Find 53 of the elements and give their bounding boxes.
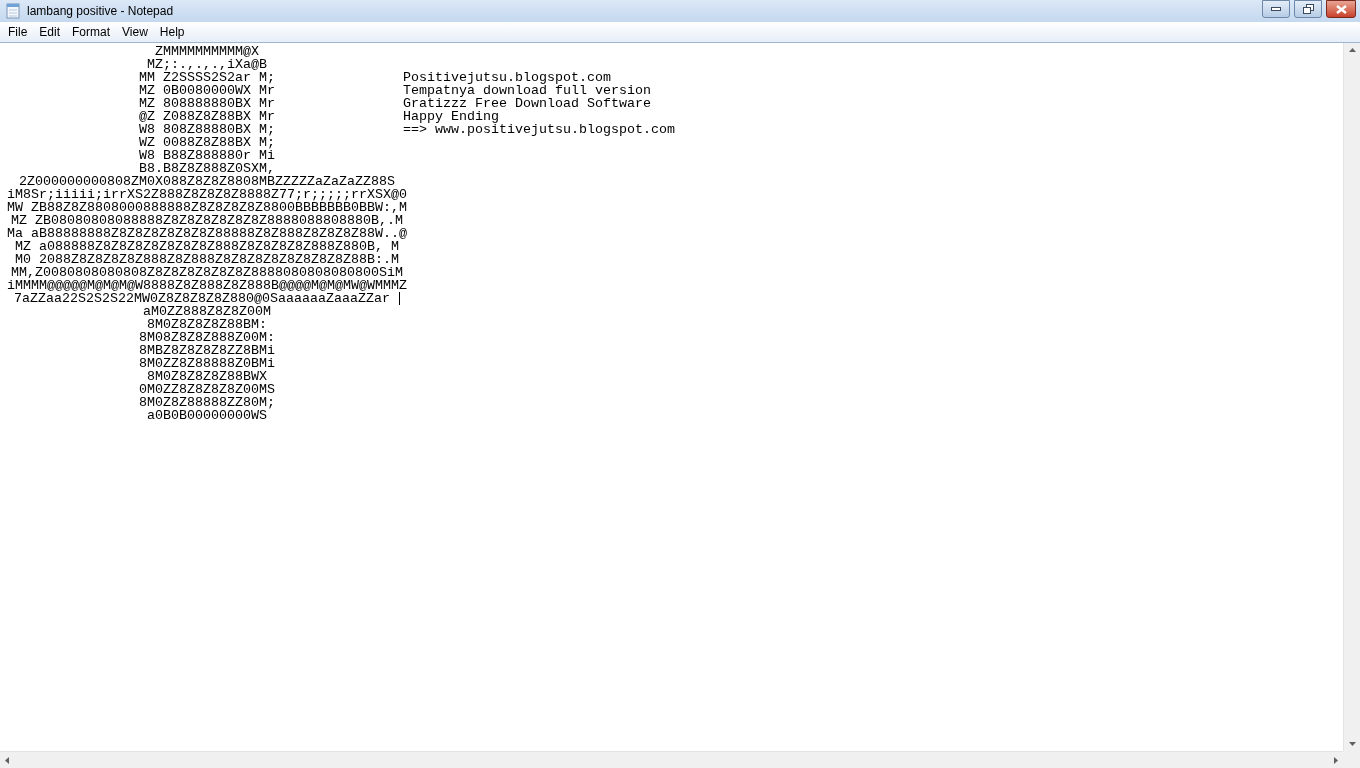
text-line: WZ 0088Z8Z88BX M;	[139, 136, 275, 149]
text-line: aM0ZZ888Z8Z8Z00M	[143, 305, 271, 318]
text-line: MZ a088888Z8Z8Z8Z8Z8Z8Z8Z888Z8Z8Z8Z8Z888Z880B, M	[15, 240, 399, 253]
text-line: MZ 808888880BX Mr	[139, 97, 275, 110]
text-line: MZ 0B0080000WX Mr	[139, 84, 275, 97]
text-line: M0 2088Z8Z8Z8Z8Z888Z8Z888Z8Z8Z8Z8Z8Z8Z8Z8Z88B:.M	[15, 253, 399, 266]
text-line: 8M0ZZ8Z88888Z0BMi	[139, 357, 275, 370]
text-line: 8M0Z8Z8Z8Z88BM:	[147, 318, 267, 331]
menu-item[interactable]: Format	[66, 23, 117, 41]
scroll-down-icon[interactable]	[1348, 742, 1356, 746]
text-line: 8M0Z8Z88888ZZ80M;	[139, 396, 275, 409]
window-title: lambang positive - Notepad	[27, 3, 174, 20]
text-line: Tempatnya download full version	[403, 84, 652, 97]
menu-item[interactable]: View	[116, 23, 154, 41]
menu-item[interactable]: Help	[153, 23, 191, 41]
text-line: Ma aB88888888Z8Z8Z8Z8Z8Z8Z88888Z8Z888Z8Z8Z8Z88W..@	[7, 227, 407, 240]
restore-button[interactable]	[1294, 0, 1322, 18]
text-line: 8M08Z8Z8Z888Z00M:	[139, 331, 275, 344]
text-line: MZ;:.,.,.,iXa@B	[147, 58, 267, 71]
text-line: 7aZZaa22S2S2S22MW0Z8Z8Z8Z8Z880@0SaaaaaaZaaaZZar	[14, 292, 390, 305]
text-line: a0B0B00000000WS	[147, 409, 267, 422]
text-line: iMMMM@@@@@M@M@M@W8888Z8Z888Z8Z888B@@@@M@M@MW@WMMMZ	[7, 279, 407, 292]
close-icon	[1335, 4, 1347, 14]
text-line: MW ZB88Z8Z8808000888888Z8Z8Z8Z8Z8800BBBBBBB0BBW:,M	[7, 201, 407, 214]
vertical-scrollbar[interactable]	[1343, 43, 1360, 751]
menu-item[interactable]: Edit	[33, 23, 67, 41]
text-line: MM Z2SSSS2S2ar M;	[139, 71, 275, 84]
text-line: Positivejutsu.blogspot.com	[403, 71, 612, 84]
text-line: W8 B88Z888880r Mi	[139, 149, 275, 162]
text-line: 2Z000000000808ZM0X088Z8Z8Z8808MBZZZZZaZaZaZZ88S	[19, 175, 395, 188]
text-line: B8.B8Z8Z888Z0SXM,	[139, 162, 275, 175]
scroll-up-icon[interactable]	[1348, 48, 1356, 52]
text-line: @Z Z088Z8Z88BX Mr	[139, 110, 275, 123]
text-line: Gratizzz Free Download Software	[403, 97, 652, 110]
scroll-right-icon[interactable]	[1334, 756, 1338, 764]
text-line: 8M0Z8Z8Z8Z88BWX	[147, 370, 267, 383]
text-line: 0M0ZZ8Z8Z8Z8Z00MS	[139, 383, 275, 396]
text-line: MZ ZB08080808088888Z8Z8Z8Z8Z8Z8Z8888088808880B,.M	[11, 214, 403, 227]
restore-icon	[1302, 4, 1314, 14]
minimize-icon	[1271, 7, 1281, 11]
text-line: ZMMMMMMMMMM@X	[155, 45, 259, 58]
close-button[interactable]	[1326, 0, 1356, 18]
text-line: iM8Sr;iiiii;irrXS2Z888Z8Z8Z8Z8888Z77;r;;;;;rrXSX@0	[7, 188, 407, 201]
text-line: ==> www.positivejutsu.blogspot.com	[403, 123, 675, 136]
text-line: 8MBZ8Z8Z8Z8ZZ8BMi	[139, 344, 275, 357]
notepad-icon	[6, 3, 20, 19]
menu-item[interactable]: File	[2, 23, 34, 41]
text-line: MM,Z0080808080808Z8Z8Z8Z8Z8Z8Z8888080808080800SiM	[11, 266, 403, 279]
minimize-button[interactable]	[1262, 0, 1290, 18]
scroll-left-icon[interactable]	[5, 756, 9, 764]
text-line: W8 808Z88880BX M;	[139, 123, 275, 136]
horizontal-scrollbar[interactable]	[0, 751, 1343, 768]
text-line: Happy Ending	[403, 110, 499, 123]
